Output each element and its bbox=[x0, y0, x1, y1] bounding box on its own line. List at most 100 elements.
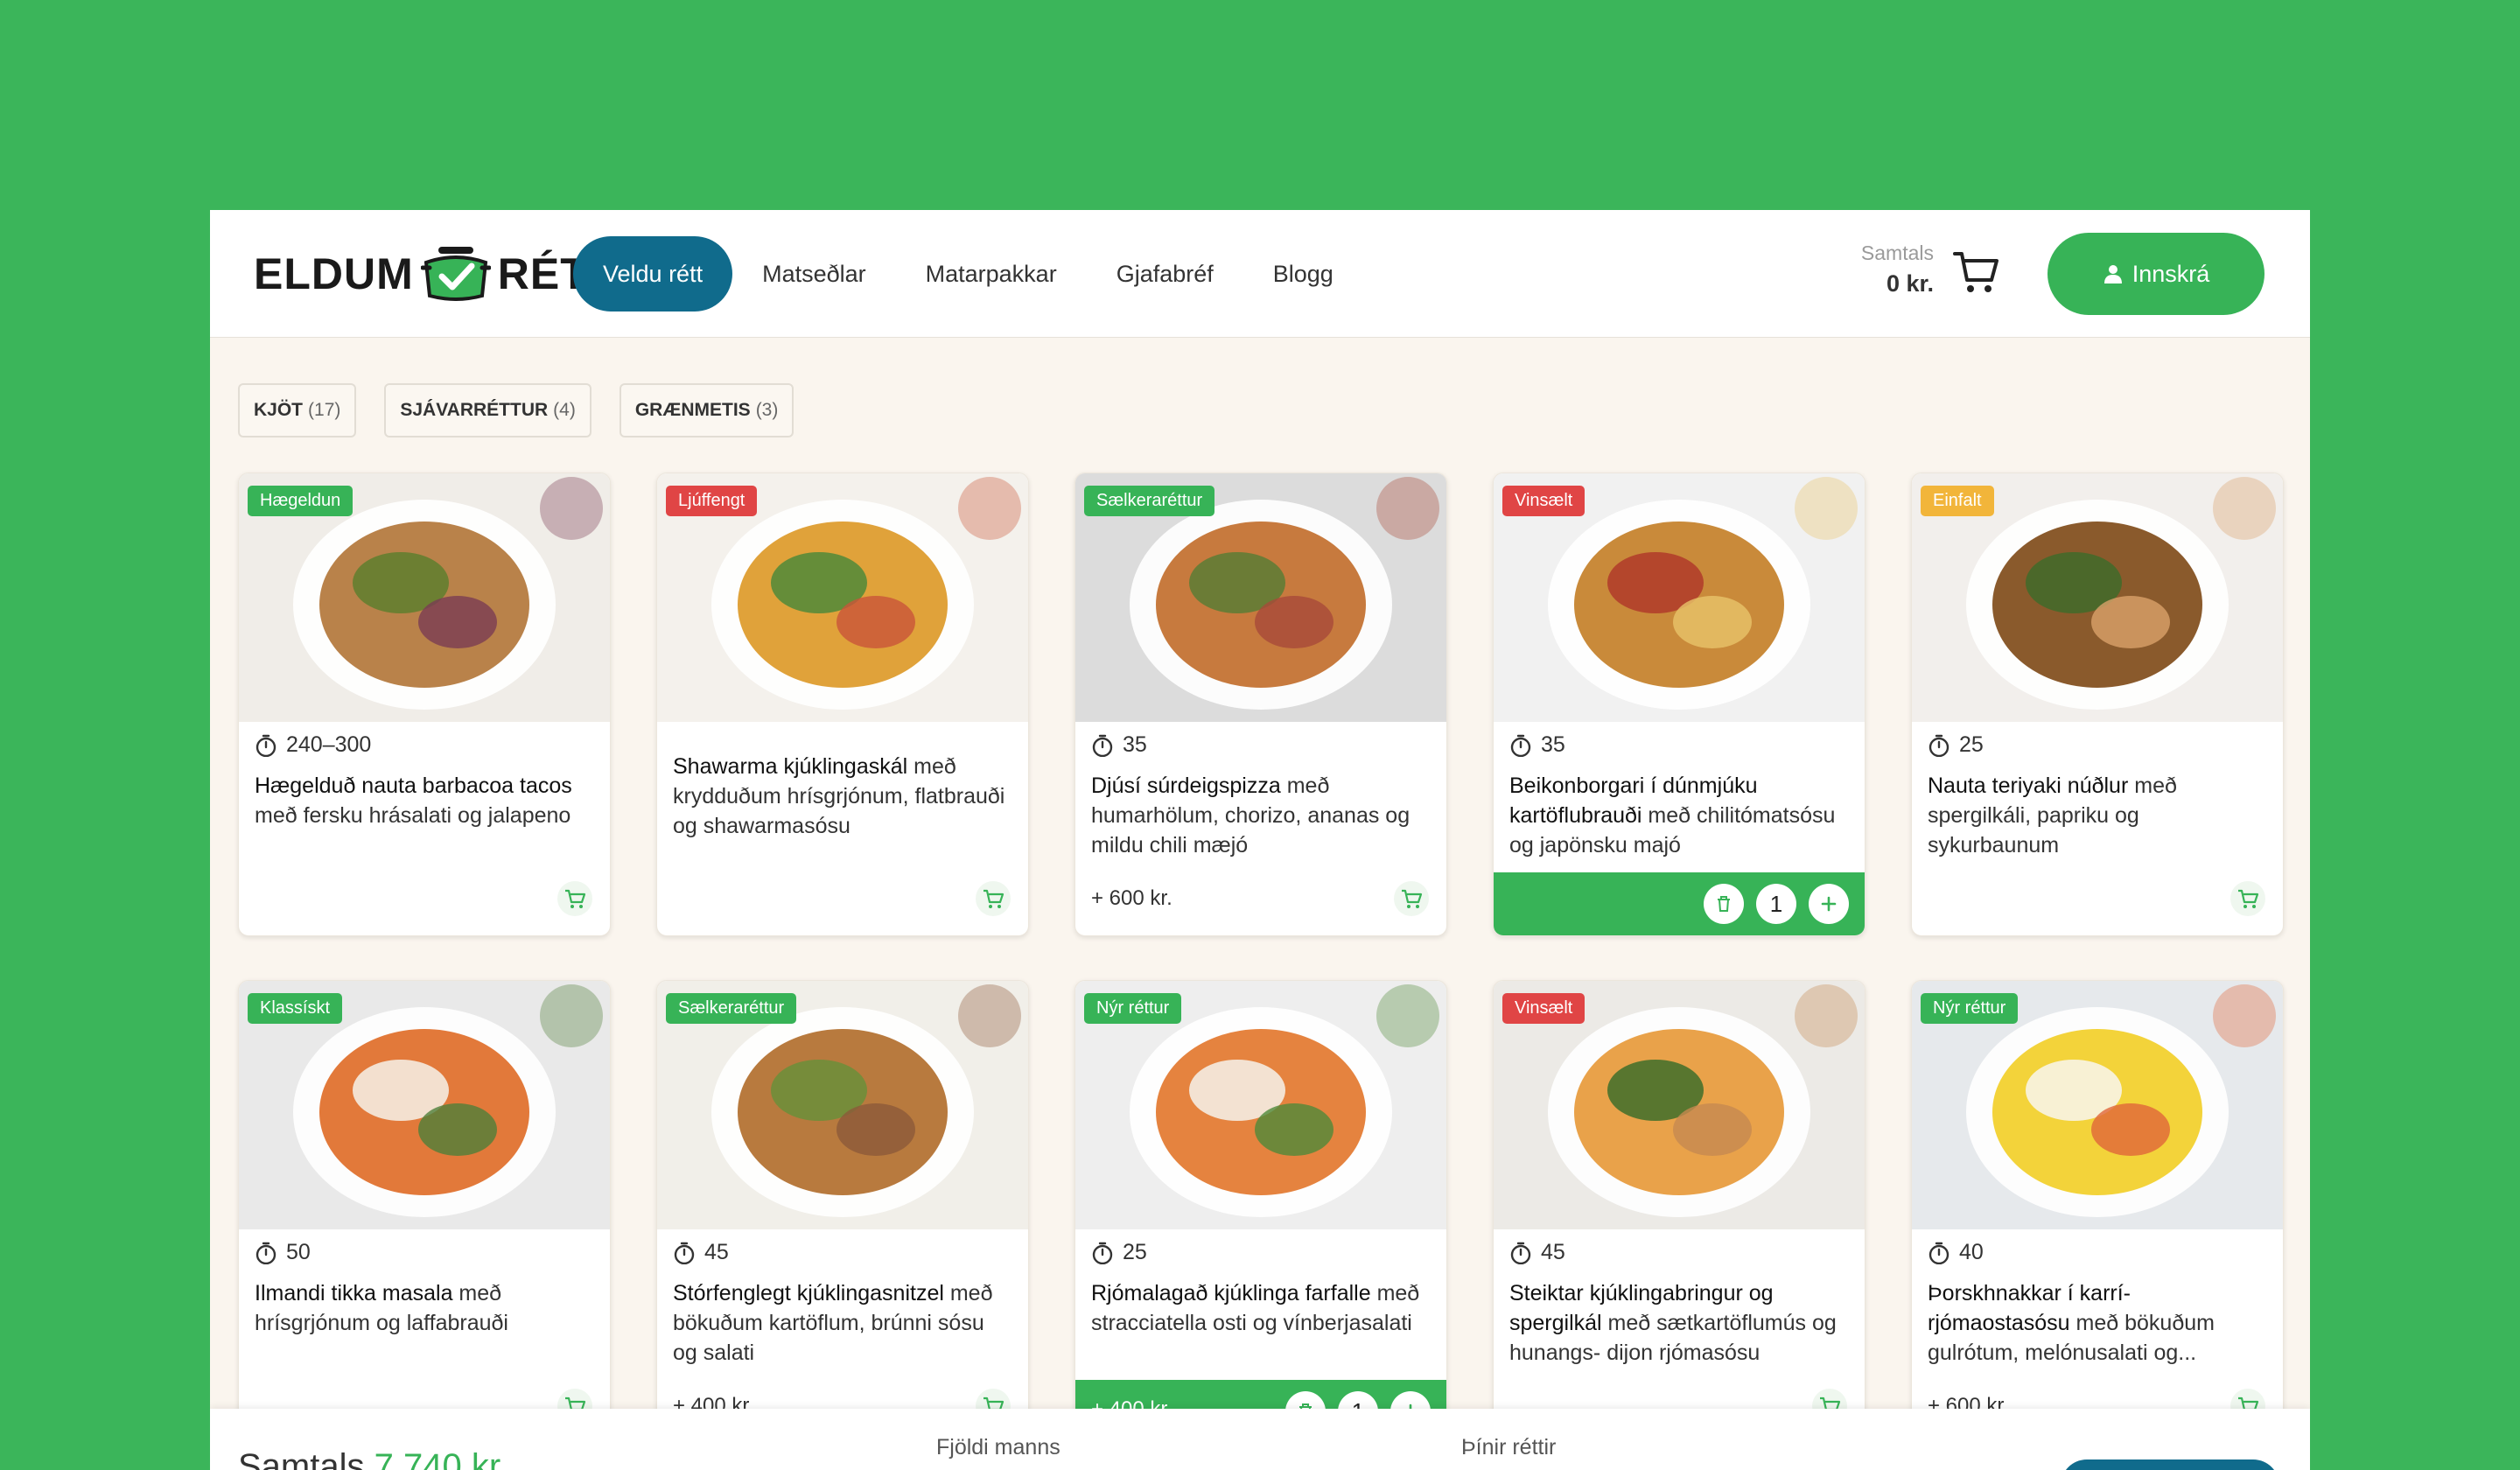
recipe-title-main: Djúsí súrdeigspizza bbox=[1091, 774, 1281, 798]
recipe-title-sides: með fersku hrásalati og jalapeno bbox=[255, 803, 571, 828]
recipe-card[interactable]: Hægeldun 240–300 Hægelduð nauta barbacoa… bbox=[238, 472, 611, 936]
app-window: ELDUM RÉTT Veldu rétt Matseðlar Matarpak… bbox=[210, 210, 2310, 1470]
cook-time-value: 40 bbox=[1959, 1240, 1984, 1264]
recipe-title[interactable]: Shawarma kjúklingaskál með krydduðum hrí… bbox=[673, 752, 1014, 841]
nav-item-veldu-rett[interactable]: Veldu rétt bbox=[573, 236, 733, 312]
cook-time: 45 bbox=[1509, 1240, 1565, 1265]
main-nav: Veldu rétt Matseðlar Matarpakkar Gjafabr… bbox=[573, 236, 1363, 312]
recipe-card[interactable]: Klassískt 50 Ilmandi tikka masala með hr… bbox=[238, 980, 611, 1444]
recipe-title-main: Rjómalagað kjúklinga farfalle bbox=[1091, 1281, 1371, 1306]
recipe-card[interactable]: Einfalt 25 Nauta teriyaki núðlur með spe… bbox=[1911, 472, 2284, 936]
cart-icon[interactable] bbox=[1951, 247, 2002, 298]
recipe-title[interactable]: Beikonborgari í dúnmjúku kartöflubrauði … bbox=[1509, 771, 1851, 860]
recipe-card[interactable]: Vinsælt 35 Beikonborgari í dúnmjúku kart… bbox=[1493, 472, 1866, 936]
timer-icon bbox=[256, 734, 276, 757]
timer-icon bbox=[674, 1242, 695, 1264]
login-label: Innskrá bbox=[2132, 260, 2210, 287]
recipe-title[interactable]: Stórfenglegt kjúklingasnitzel með bökuðu… bbox=[673, 1278, 1014, 1368]
timer-icon bbox=[1928, 734, 1950, 757]
cook-time-value: 25 bbox=[1959, 732, 1984, 757]
recipe-card[interactable]: Sælkeraréttur 45 Stórfenglegt kjúklingas… bbox=[656, 980, 1029, 1444]
recipe-title[interactable]: Rjómalagað kjúklinga farfalle með stracc… bbox=[1091, 1278, 1432, 1338]
recipe-badge: Vinsælt bbox=[1502, 993, 1586, 1024]
filter-label: KJÖT bbox=[254, 400, 304, 420]
your-courses-label: Þínir réttir bbox=[1461, 1435, 1557, 1460]
nav-item-matsedlar[interactable]: Matseðlar bbox=[732, 236, 896, 312]
recipe-title-main: Hægelduð nauta barbacoa tacos bbox=[255, 774, 572, 798]
recipe-card[interactable]: Sælkeraréttur 35 Djúsí súrdeigspizza með… bbox=[1074, 472, 1447, 936]
order-total-label: Samtals bbox=[238, 1447, 365, 1470]
cook-time-value: 45 bbox=[704, 1240, 729, 1264]
recipe-card[interactable]: Nýr réttur 25 Rjómalagað kjúklinga farfa… bbox=[1074, 980, 1447, 1444]
nav-item-blogg[interactable]: Blogg bbox=[1243, 236, 1363, 312]
price-surcharge: + 600 kr. bbox=[1091, 886, 1172, 910]
recipe-card[interactable]: Nýr réttur 40 Þorskhnakkar í karrí-rjóma… bbox=[1911, 980, 2284, 1444]
recipe-badge: Vinsælt bbox=[1502, 486, 1586, 516]
order-total: Samtals 7.740 kr. bbox=[238, 1447, 508, 1470]
filter-count: (3) bbox=[755, 400, 779, 420]
recipe-badge: Nýr réttur bbox=[1084, 993, 1182, 1024]
recipe-badge: Klassískt bbox=[248, 993, 343, 1024]
cook-time: 25 bbox=[1091, 1240, 1147, 1265]
recipe-title-main: Stórfenglegt kjúklingasnitzel bbox=[673, 1281, 944, 1306]
login-button[interactable]: Innskrá bbox=[2048, 233, 2264, 315]
category-filters: KJÖT (17) SJÁVARRÉTTUR (4) GRÆNMETIS (3) bbox=[238, 383, 794, 438]
add-to-cart-button[interactable] bbox=[2230, 881, 2265, 916]
plus-icon bbox=[1821, 896, 1837, 912]
checkout-button[interactable] bbox=[2061, 1460, 2279, 1470]
filter-graenmetis[interactable]: GRÆNMETIS (3) bbox=[619, 383, 794, 438]
recipe-badge: Einfalt bbox=[1921, 486, 1994, 516]
filter-sjavarrettur[interactable]: SJÁVARRÉTTUR (4) bbox=[384, 383, 592, 438]
remove-button[interactable] bbox=[1704, 884, 1744, 924]
cook-time-value: 25 bbox=[1123, 1240, 1147, 1264]
filter-count: (4) bbox=[553, 400, 576, 420]
recipe-title[interactable]: Nauta teriyaki núðlur með spergilkáli, p… bbox=[1928, 771, 2269, 860]
timer-icon bbox=[1510, 734, 1531, 757]
cook-time-value: 35 bbox=[1123, 732, 1147, 757]
recipe-badge: Ljúffengt bbox=[666, 486, 758, 516]
logo-text-left: ELDUM bbox=[254, 249, 414, 298]
cart-add-icon bbox=[1402, 889, 1423, 908]
add-to-cart-button[interactable] bbox=[976, 881, 1011, 916]
recipe-card[interactable]: Vinsælt 45 Steiktar kjúklingabringur og … bbox=[1493, 980, 1866, 1444]
trash-icon bbox=[1718, 896, 1730, 912]
cart-total-value: 0 kr. bbox=[1886, 270, 1934, 297]
increment-button[interactable] bbox=[1809, 884, 1849, 924]
cook-time: 240–300 bbox=[255, 732, 371, 758]
logo[interactable]: ELDUM RÉTT bbox=[254, 243, 615, 304]
site-header: ELDUM RÉTT Veldu rétt Matseðlar Matarpak… bbox=[210, 210, 2310, 338]
timer-icon bbox=[1092, 1242, 1113, 1264]
order-total-value: 7.740 kr. bbox=[374, 1447, 509, 1470]
recipe-title-main: Shawarma kjúklingaskál bbox=[673, 754, 908, 779]
add-to-cart-button[interactable] bbox=[1394, 881, 1429, 916]
recipe-title[interactable]: Steiktar kjúklingabringur og spergilkál … bbox=[1509, 1278, 1851, 1368]
people-count-label: Fjöldi manns bbox=[936, 1435, 1060, 1460]
add-to-cart-button[interactable] bbox=[557, 881, 592, 916]
recipe-title-main: Nauta teriyaki núðlur bbox=[1928, 774, 2129, 798]
filter-count: (17) bbox=[308, 400, 341, 420]
cart-add-icon bbox=[984, 889, 1004, 908]
cook-time: 25 bbox=[1928, 732, 1984, 758]
recipe-card[interactable]: Ljúffengt Shawarma kjúklingaskál með kry… bbox=[656, 472, 1029, 936]
recipe-title[interactable]: Þorskhnakkar í karrí-rjómaostasósu með b… bbox=[1928, 1278, 2269, 1368]
recipe-title[interactable]: Hægelduð nauta barbacoa tacos með fersku… bbox=[255, 771, 596, 830]
nav-item-matarpakkar[interactable]: Matarpakkar bbox=[896, 236, 1087, 312]
cook-time: 40 bbox=[1928, 1240, 1984, 1265]
cook-time-value: 50 bbox=[286, 1240, 311, 1264]
cart-total-label: Samtals bbox=[1860, 242, 1934, 264]
timer-icon bbox=[256, 1242, 276, 1264]
cart-add-icon bbox=[2238, 889, 2259, 908]
timer-icon bbox=[1510, 1242, 1531, 1264]
recipe-title[interactable]: Djúsí súrdeigspizza með humarhölum, chor… bbox=[1091, 771, 1432, 860]
quantity-bar: 1 bbox=[1494, 872, 1865, 935]
nav-item-gjafabref[interactable]: Gjafabréf bbox=[1087, 236, 1243, 312]
recipe-title[interactable]: Ilmandi tikka masala með hrísgrjónum og … bbox=[255, 1278, 596, 1338]
filter-kjot[interactable]: KJÖT (17) bbox=[238, 383, 357, 438]
cook-time: 35 bbox=[1509, 732, 1565, 758]
recipe-badge: Sælkeraréttur bbox=[666, 993, 797, 1024]
timer-icon bbox=[1092, 734, 1113, 757]
cook-time: 45 bbox=[673, 1240, 729, 1265]
cart-total: Samtals 0 kr. bbox=[1811, 242, 1934, 298]
pot-check-icon bbox=[420, 247, 491, 301]
timer-icon bbox=[1928, 1242, 1950, 1264]
